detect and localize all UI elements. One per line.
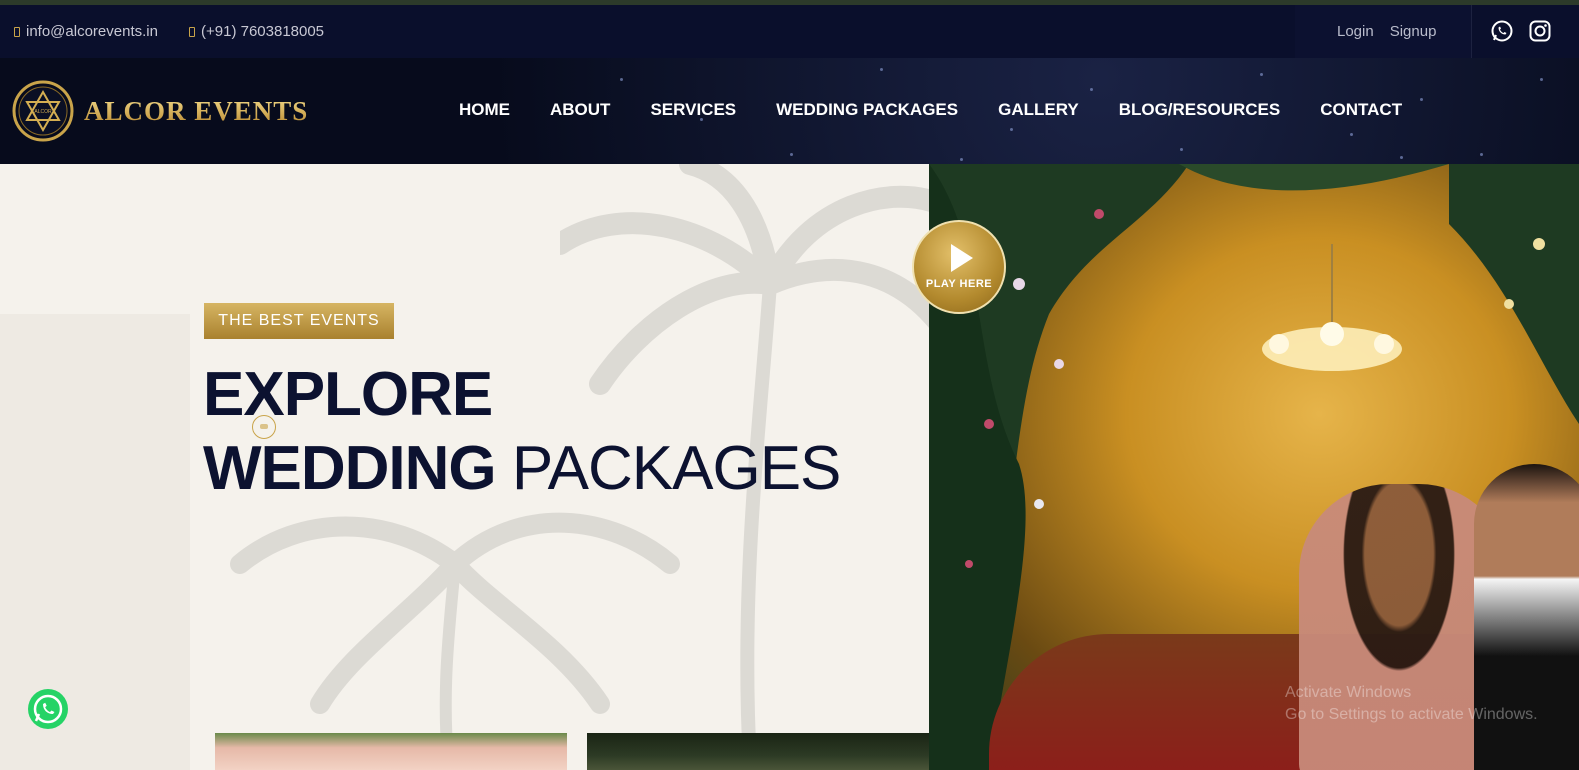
brand-logo[interactable]: ALCOR ALCOR EVENTS (12, 80, 308, 142)
hero-title-line1: EXPLORE (203, 360, 493, 429)
play-label: PLAY HERE (925, 278, 993, 290)
package-thumbnail[interactable] (587, 733, 939, 770)
phone-text: (+91) 7603818005 (201, 23, 325, 40)
nav-contact[interactable]: CONTACT (1320, 100, 1402, 120)
brand-name: ALCOR EVENTS (84, 95, 309, 126)
mail-icon (14, 26, 20, 37)
whatsapp-icon[interactable] (1490, 19, 1514, 43)
instagram-icon[interactable] (1528, 19, 1552, 43)
signup-link[interactable]: Signup (1390, 23, 1437, 40)
hero-badge: THE BEST EVENTS (204, 303, 394, 339)
phone-icon (189, 26, 195, 37)
windows-activation-watermark: Activate Windows Go to Settings to activ… (1285, 684, 1538, 723)
auth-links: Login Signup (1295, 5, 1472, 58)
nav-blog-resources[interactable]: BLOG/RESOURCES (1119, 100, 1281, 120)
custom-cursor-ring (252, 415, 276, 439)
hero-title-bold: WEDDING (203, 434, 497, 503)
hero-title: EXPLORE WEDDING PACKAGES (203, 358, 842, 506)
package-thumbnail[interactable] (215, 733, 567, 770)
nav-wedding-packages[interactable]: WEDDING PACKAGES (776, 100, 958, 120)
hero-photo: Activate Windows Go to Settings to activ… (929, 164, 1579, 770)
phone-contact[interactable]: (+91) 7603818005 (189, 23, 324, 40)
nav-menu: HOME ABOUT SERVICES WEDDING PACKAGES GAL… (459, 100, 1402, 120)
nav-about[interactable]: ABOUT (550, 100, 610, 120)
email-contact[interactable]: info@alcorevents.in (14, 23, 158, 40)
logo-emblem-icon: ALCOR (12, 80, 74, 142)
nav-services[interactable]: SERVICES (650, 100, 736, 120)
whatsapp-floating-icon[interactable] (26, 687, 70, 731)
play-video-button[interactable]: PLAY HERE (912, 220, 1006, 314)
login-link[interactable]: Login (1337, 23, 1374, 40)
nav-home[interactable]: HOME (459, 100, 510, 120)
main-navbar: ALCOR ALCOR EVENTS HOME ABOUT SERVICES W… (0, 58, 1579, 164)
social-links (1490, 19, 1552, 43)
hero-title-light: PACKAGES (511, 434, 842, 503)
svg-text:ALCOR: ALCOR (34, 109, 52, 115)
nav-gallery[interactable]: GALLERY (998, 100, 1079, 120)
play-icon (951, 244, 973, 272)
info-bar: info@alcorevents.in (+91) 7603818005 Log… (0, 5, 1579, 58)
email-text: info@alcorevents.in (26, 23, 158, 40)
